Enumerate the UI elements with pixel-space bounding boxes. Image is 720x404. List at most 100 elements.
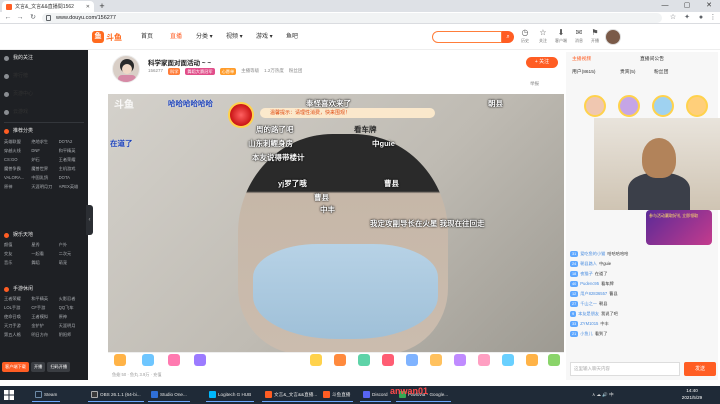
nav-yuba[interactable]: 鱼吧 — [286, 33, 298, 42]
sidebar-category[interactable]: 明日方舟 — [31, 332, 58, 338]
follow-button[interactable]: + 关注 — [526, 57, 558, 68]
gift-icon[interactable] — [548, 354, 560, 366]
start-stream-button[interactable]: ⚑ 开播 — [586, 28, 604, 48]
maximize-window-button[interactable]: ▢ — [676, 0, 698, 12]
minimize-window-button[interactable]: — — [654, 0, 676, 12]
sidebar-category[interactable]: 第五人格 — [4, 332, 31, 338]
sidebar-category[interactable]: 炉石 — [31, 157, 58, 163]
start-stream-pill[interactable]: 开播 — [30, 362, 46, 372]
sidebar-category[interactable]: 主机游戏 — [59, 166, 86, 172]
taskbar-clock[interactable]: 14:40 2021/5/29 — [672, 387, 712, 401]
nav-live[interactable]: 直播 — [170, 33, 182, 42]
sidebar-category[interactable]: 天刀手游 — [4, 323, 31, 329]
taskbar-app-studio-one[interactable]: Studio One... — [148, 388, 190, 402]
sidebar-category[interactable]: 英雄联盟 — [4, 139, 31, 145]
gift-icon[interactable] — [334, 354, 346, 366]
reload-icon[interactable]: ↻ — [28, 13, 38, 23]
gift-icon[interactable] — [114, 354, 126, 366]
sidebar-category[interactable]: 天涯明月 — [59, 323, 86, 329]
system-tray[interactable]: ∧ ☁ 🔊 中 — [592, 388, 614, 402]
sidebar-category[interactable]: QQ飞车 — [59, 305, 86, 311]
user-avatar[interactable] — [605, 29, 621, 45]
sidebar-category[interactable]: CF手游 — [31, 305, 58, 311]
close-tab-icon[interactable]: ✕ — [86, 4, 90, 10]
fan-club-link[interactable]: 粉丝团 — [289, 68, 303, 76]
report-link[interactable]: 举报 — [530, 81, 539, 87]
video-player[interactable]: 斗鱼 温馨提示：请理性消费，快来围观！ 哈哈哈哈哈哈 奉怪喜欢来了 朝县 在道了… — [108, 94, 564, 352]
taskbar-app-browser[interactable]: 文言&_文言&&直播... — [262, 388, 321, 402]
rank-avatar[interactable] — [584, 95, 606, 117]
rank-avatar[interactable] — [652, 95, 674, 117]
sidebar-item-webgames[interactable]: 页游中心 — [4, 88, 84, 100]
browser-tab[interactable]: 文言&_文言&&直播間1562 ✕ — [2, 1, 94, 12]
close-window-button[interactable]: ✕ — [698, 0, 720, 12]
sidebar-category[interactable]: 和平精英 — [31, 296, 58, 302]
search-icon[interactable]: ⌕ — [502, 31, 514, 43]
browser-menu-icon[interactable]: ⋮ — [708, 13, 718, 23]
extensions-icon[interactable]: ✦ — [682, 13, 692, 23]
star-bookmark-icon[interactable]: ☆ — [668, 13, 678, 23]
gift-icon[interactable] — [430, 354, 442, 366]
sidebar-category[interactable]: 二次元 — [59, 251, 86, 257]
sidebar-category[interactable]: 王者模拟 — [31, 314, 58, 320]
sidebar-category[interactable]: 绝地求生 — [31, 139, 58, 145]
taskbar-app-obs[interactable]: OBS 26.1.1 (64-bi... — [88, 388, 144, 402]
sidebar-collapse-handle[interactable]: ‹ — [86, 205, 93, 235]
gift-icon[interactable] — [454, 354, 466, 366]
profile-icon[interactable]: ● — [696, 13, 706, 23]
forward-icon[interactable]: → — [15, 13, 25, 23]
sidebar-category[interactable]: 萌宠 — [59, 260, 86, 266]
gift-icon[interactable] — [168, 354, 180, 366]
follow-list-button[interactable]: ☆ 关注 — [534, 28, 552, 48]
rank-avatar[interactable] — [618, 95, 640, 117]
sidebar-category[interactable]: LOL手游 — [4, 305, 31, 311]
taskbar-app-douyu[interactable]: 斗鱼直播 — [320, 388, 354, 402]
wallet-summary[interactable]: 鱼翅 50 · 鱼丸 3.9万 · 充值 — [112, 372, 162, 379]
tab-users[interactable]: 用户(8615) — [572, 68, 595, 77]
taskbar-app-discord[interactable]: Discord — [360, 388, 391, 402]
sidebar-category[interactable]: 原神 — [59, 314, 86, 320]
sidebar-category[interactable]: 金铲铲 — [31, 323, 58, 329]
sidebar-category[interactable]: 穿越火线 — [4, 148, 31, 154]
send-button[interactable]: 发送 — [684, 362, 716, 376]
search-input[interactable] — [432, 31, 502, 43]
url-input[interactable]: www.douyu.com/156277 — [42, 13, 662, 23]
sidebar-category[interactable]: 一起看 — [31, 251, 58, 257]
nav-category[interactable]: 分类 ▾ — [196, 33, 213, 42]
sidebar-category[interactable]: 交友 — [4, 251, 31, 257]
new-tab-button[interactable]: + — [97, 1, 107, 11]
sidebar-category[interactable]: VALORA... — [4, 175, 31, 181]
sidebar-category[interactable]: 和平精英 — [59, 148, 86, 154]
back-icon[interactable]: ← — [3, 13, 13, 23]
sidebar-item-ranking[interactable]: 排行榜 — [4, 70, 84, 82]
gift-icon[interactable] — [194, 354, 206, 366]
gift-icon[interactable] — [406, 354, 418, 366]
streamer-avatar[interactable] — [112, 55, 140, 83]
client-download-pill[interactable]: 客户端下载 — [2, 362, 29, 372]
nav-video[interactable]: 视频 ▾ — [226, 33, 243, 42]
sidebar-category[interactable]: 户外 — [59, 242, 86, 248]
sidebar-category[interactable]: 魔兽争霸 — [4, 166, 31, 172]
windows-start-icon[interactable] — [2, 388, 16, 402]
sidebar-category[interactable]: 阴阳师 — [59, 332, 86, 338]
tab-anchor-videos[interactable]: 主播视频 — [572, 55, 591, 64]
sidebar-category[interactable]: 舞蹈 — [31, 260, 58, 266]
sidebar-category[interactable]: 王者荣耀 — [59, 157, 86, 163]
gift-icon[interactable] — [526, 354, 538, 366]
nav-game[interactable]: 游戏 ▾ — [256, 33, 273, 42]
nav-home[interactable]: 首页 — [141, 33, 153, 42]
tab-room-notice[interactable]: 直播间公告 — [640, 55, 664, 64]
taskbar-app-ghub[interactable]: Logitech G HUB — [206, 388, 255, 402]
sidebar-item-cloudgame[interactable]: 云游戏 — [4, 106, 84, 118]
history-button[interactable]: ◷ 历史 — [516, 28, 534, 48]
gift-icon[interactable] — [142, 354, 154, 366]
sidebar-item-following[interactable]: 我的关注 — [4, 52, 84, 64]
gift-icon[interactable] — [310, 354, 322, 366]
gift-icon[interactable] — [358, 354, 370, 366]
promo-card[interactable]: 参与活动赢取好礼 立即领取 — [646, 210, 712, 245]
sidebar-category[interactable]: CS:GO — [4, 157, 31, 163]
tab-fan-club[interactable]: 粉丝团 — [654, 68, 668, 77]
sidebar-category[interactable]: 音乐 — [4, 260, 31, 266]
sidebar-category[interactable]: DNF — [31, 148, 58, 154]
sidebar-category[interactable]: 中国乳鸽 — [31, 175, 58, 181]
